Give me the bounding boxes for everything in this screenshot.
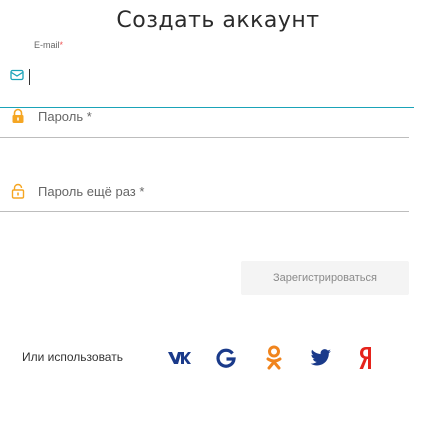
password-underline	[0, 137, 409, 138]
twitter-login-button[interactable]	[300, 333, 342, 383]
register-button[interactable]: Зарегистрироваться	[241, 261, 409, 295]
email-label: E-mail*	[34, 40, 64, 50]
social-login-label: Или использовать	[22, 350, 123, 364]
yandex-login-button[interactable]	[345, 333, 387, 383]
password-field[interactable]: Пароль *	[0, 103, 436, 143]
vk-icon	[167, 350, 191, 366]
password-repeat-field[interactable]: Пароль ещё раз *	[0, 178, 436, 218]
email-field[interactable]: E-mail*	[0, 40, 436, 108]
page-title: Создать аккаунт	[116, 8, 320, 33]
lock-icon	[10, 108, 26, 129]
password-repeat-underline	[0, 211, 409, 212]
lock-open-icon	[10, 183, 26, 204]
envelope-icon	[10, 68, 24, 87]
vk-login-button[interactable]	[158, 333, 200, 383]
twitter-icon	[310, 349, 332, 367]
password-label: Пароль *	[38, 109, 92, 124]
google-icon	[215, 347, 237, 369]
google-login-button[interactable]	[205, 333, 247, 383]
password-repeat-label: Пароль ещё раз *	[38, 184, 145, 199]
odnoklassniki-login-button[interactable]	[253, 333, 295, 383]
odnoklassniki-icon	[265, 345, 283, 371]
text-cursor	[29, 69, 30, 85]
yandex-icon	[358, 345, 374, 371]
